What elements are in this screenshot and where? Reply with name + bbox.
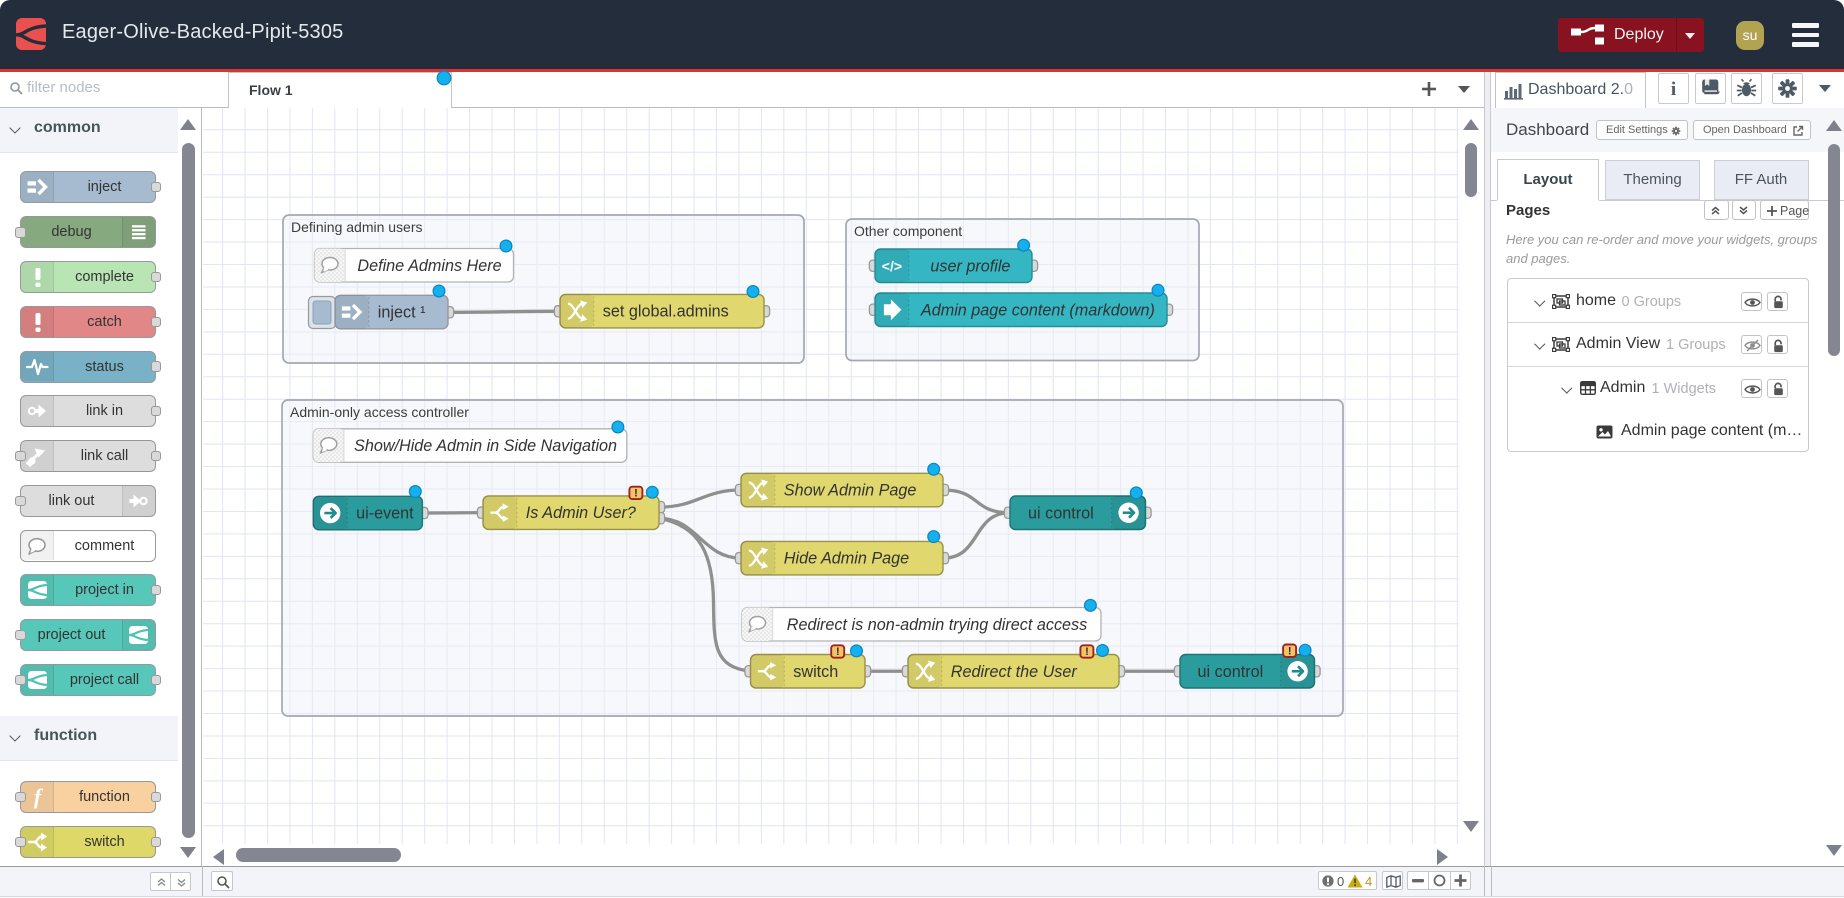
svg-text:f: f bbox=[34, 784, 44, 809]
svg-text:ui-event: ui-event bbox=[356, 505, 414, 523]
svg-text:Show Admin Page: Show Admin Page bbox=[784, 482, 917, 500]
svg-text:!: ! bbox=[634, 488, 638, 500]
svg-text:Show/Hide Admin in Side Naviga: Show/Hide Admin in Side Navigation bbox=[354, 437, 617, 455]
svg-text:Define Admins Here: Define Admins Here bbox=[357, 257, 501, 275]
svg-text:Is Admin User?: Is Admin User? bbox=[526, 504, 636, 522]
svg-text:Defining admin users: Defining admin users bbox=[291, 219, 423, 235]
svg-text:</>: </> bbox=[882, 258, 902, 274]
svg-text:Admin-only access controller: Admin-only access controller bbox=[290, 404, 469, 420]
svg-text:ui control: ui control bbox=[1198, 663, 1264, 681]
svg-text:Redirect is non-admin trying d: Redirect is non-admin trying direct acce… bbox=[787, 616, 1088, 634]
svg-text:inject ¹: inject ¹ bbox=[378, 304, 426, 322]
svg-text:i: i bbox=[1671, 79, 1676, 100]
svg-text:!: ! bbox=[1288, 645, 1292, 657]
svg-text:Redirect the User: Redirect the User bbox=[951, 663, 1078, 681]
svg-text:Hide Admin Page: Hide Admin Page bbox=[784, 550, 909, 568]
svg-text:ui control: ui control bbox=[1028, 504, 1094, 522]
svg-text:!: ! bbox=[836, 646, 840, 658]
svg-text:user profile: user profile bbox=[930, 257, 1010, 275]
svg-text:!: ! bbox=[1085, 646, 1089, 658]
svg-text:set global.admins: set global.admins bbox=[603, 303, 729, 321]
svg-text:Other component: Other component bbox=[854, 223, 962, 239]
svg-text:Admin page content (markdown): Admin page content (markdown) bbox=[920, 301, 1155, 319]
svg-text:switch: switch bbox=[793, 663, 838, 681]
